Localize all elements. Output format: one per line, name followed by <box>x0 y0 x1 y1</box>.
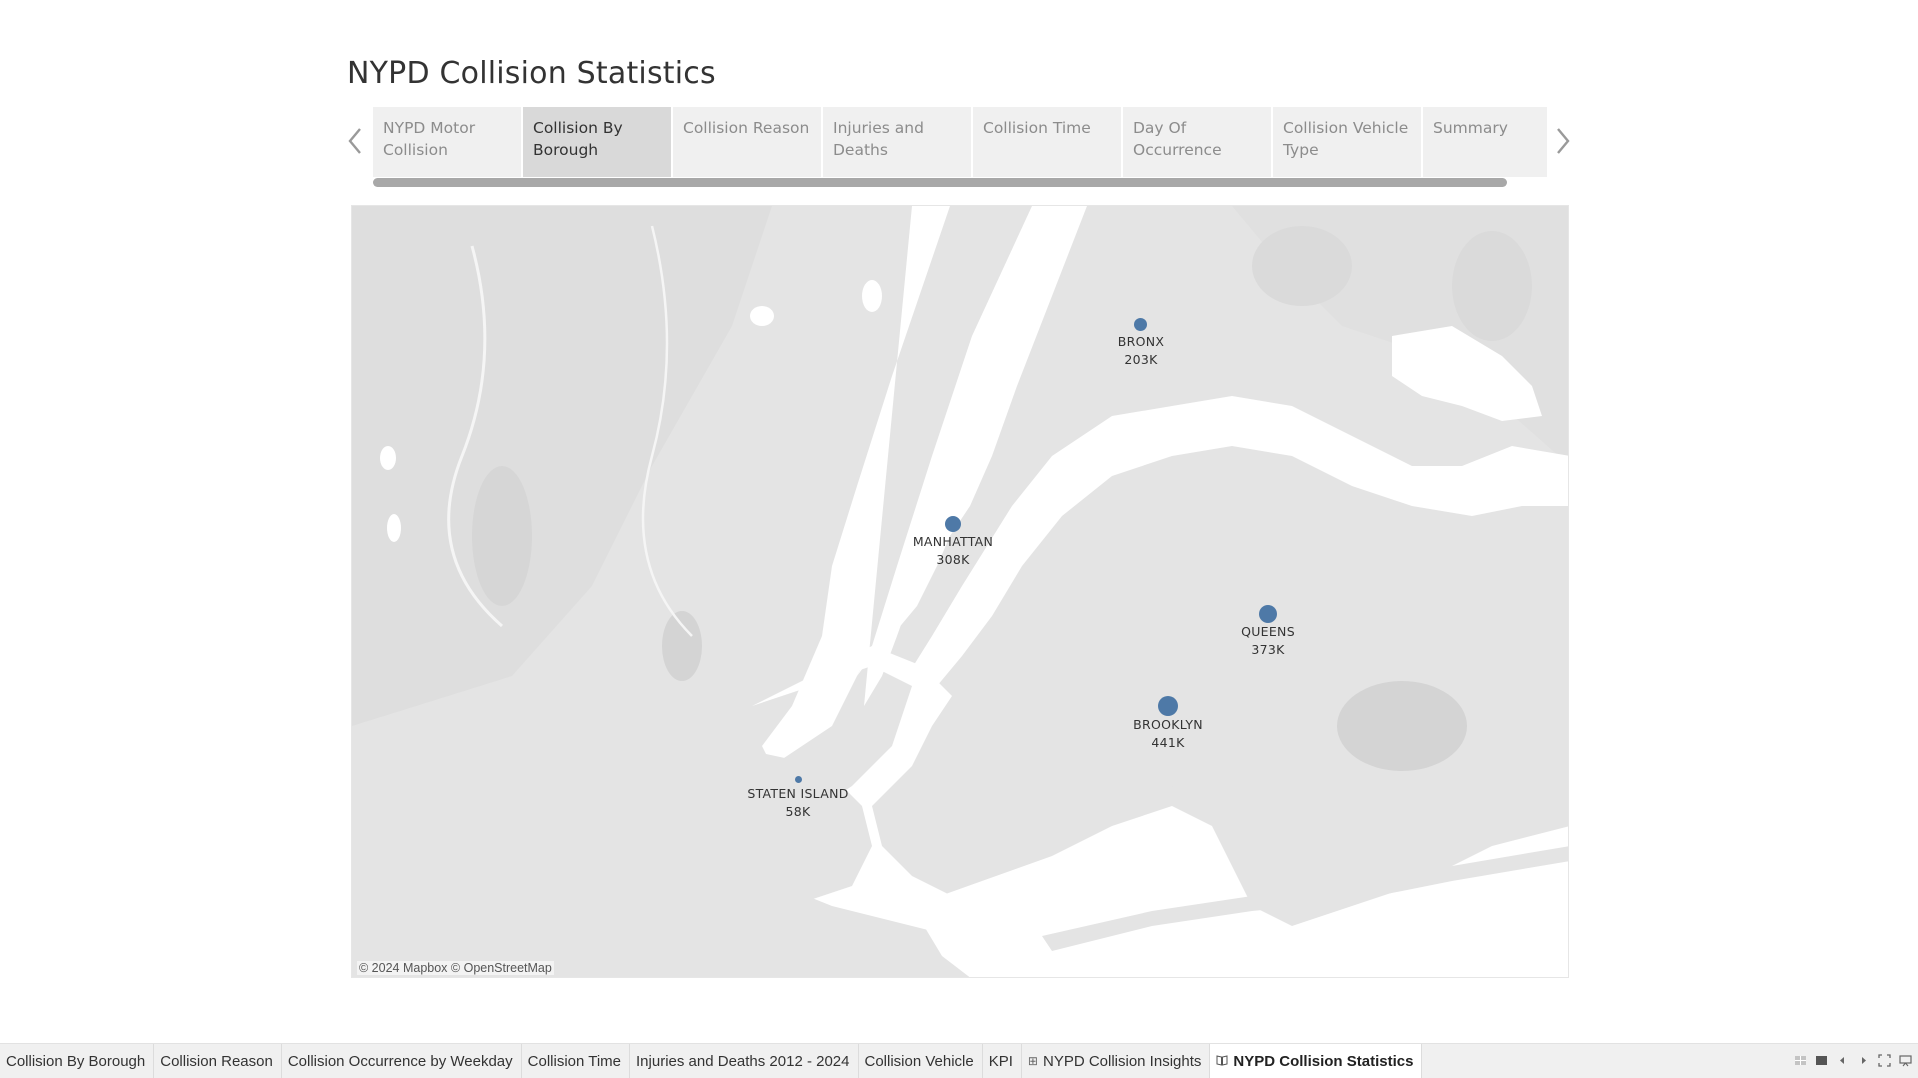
borough-value: 203K <box>1124 352 1158 367</box>
story-point-label: Collision By Borough <box>533 119 623 159</box>
story-point-label: Collision Time <box>983 119 1091 137</box>
tab-label: NYPD Collision Insights <box>1042 1052 1202 1070</box>
story-point-collision-by-borough[interactable]: Collision By Borough <box>523 107 673 177</box>
story-point-summary[interactable]: Summary <box>1423 107 1547 177</box>
story-point-nypd-motor-collision[interactable]: NYPD Motor Collision <box>373 107 523 177</box>
tab-label: KPI <box>988 1052 1013 1070</box>
story-navigator: NYPD Motor Collision Collision By Boroug… <box>373 107 1547 177</box>
fullscreen-icon[interactable] <box>1878 1054 1891 1067</box>
story-scrollbar[interactable] <box>373 178 1507 187</box>
label-brooklyn: BROOKLYN 441K <box>1098 716 1238 752</box>
story-point-label: Summary <box>1433 119 1508 137</box>
tab-label: Injuries and Deaths 2012 - 2024 <box>636 1052 850 1070</box>
marker-brooklyn[interactable] <box>1158 696 1178 716</box>
story-point-label: NYPD Motor Collision <box>383 119 476 159</box>
label-queens: QUEENS 373K <box>1198 623 1338 659</box>
tab-label: Collision Occurrence by Weekday <box>287 1052 513 1070</box>
sheet-controls <box>1794 1054 1912 1067</box>
tab-collision-by-borough[interactable]: Collision By Borough <box>0 1044 155 1078</box>
borough-map[interactable]: BRONX 203K MANHATTAN 308K QUEENS 373K BR… <box>351 205 1569 978</box>
dashboard-icon: ⊞ <box>1027 1054 1038 1068</box>
story-point-label: Collision Reason <box>683 119 810 137</box>
marker-staten-island[interactable] <box>795 776 802 783</box>
tab-collision-time[interactable]: Collision Time <box>522 1044 631 1078</box>
chevron-left-icon[interactable] <box>343 126 367 156</box>
show-sheet-sorter-icon[interactable] <box>1794 1054 1807 1067</box>
borough-name: MANHATTAN <box>912 534 994 549</box>
marker-queens[interactable] <box>1259 605 1277 623</box>
tab-label: Collision Reason <box>160 1052 273 1070</box>
borough-value: 308K <box>936 552 970 567</box>
label-manhattan: MANHATTAN 308K <box>883 533 1023 569</box>
tab-label: Collision Vehicle <box>864 1052 974 1070</box>
story-point-collision-reason[interactable]: Collision Reason <box>673 107 823 177</box>
tab-label: NYPD Collision Statistics <box>1233 1052 1414 1070</box>
borough-value: 441K <box>1151 735 1185 750</box>
label-bronx: BRONX 203K <box>1071 333 1211 369</box>
borough-name: QUEENS <box>1241 624 1295 639</box>
sheet-tab-bar: Collision By Borough Collision Reason Co… <box>0 1043 1918 1078</box>
next-sheet-icon[interactable] <box>1857 1054 1870 1067</box>
story-point-label: Collision Vehicle Type <box>1283 119 1409 159</box>
borough-name: BRONX <box>1117 334 1165 349</box>
story-icon <box>1216 1054 1228 1069</box>
story-title: NYPD Collision Statistics <box>347 56 716 91</box>
borough-value: 373K <box>1251 642 1285 657</box>
tab-collision-reason[interactable]: Collision Reason <box>154 1044 282 1078</box>
story-point-day-of-occurrence[interactable]: Day Of Occurrence <box>1123 107 1273 177</box>
previous-sheet-icon[interactable] <box>1836 1054 1849 1067</box>
show-filmstrip-icon[interactable] <box>1815 1054 1828 1067</box>
tab-collision-occurrence-by-weekday[interactable]: Collision Occurrence by Weekday <box>282 1044 522 1078</box>
borough-value: 58K <box>785 804 811 819</box>
story-point-label: Day Of Occurrence <box>1133 119 1222 159</box>
tab-kpi[interactable]: KPI <box>983 1044 1022 1078</box>
borough-name: STATEN ISLAND <box>747 786 849 801</box>
tab-collision-vehicle[interactable]: Collision Vehicle <box>859 1044 983 1078</box>
story-point-collision-time[interactable]: Collision Time <box>973 107 1123 177</box>
story-point-label: Injuries and Deaths <box>833 119 924 159</box>
marker-manhattan[interactable] <box>945 516 961 532</box>
basemap <box>352 206 1568 977</box>
story-scrollbar-thumb[interactable] <box>373 178 1507 187</box>
map-attribution[interactable]: © 2024 Mapbox © OpenStreetMap <box>357 961 554 975</box>
story-point-collision-vehicle-type[interactable]: Collision Vehicle Type <box>1273 107 1423 177</box>
presentation-mode-icon[interactable] <box>1899 1054 1912 1067</box>
tab-label: Collision Time <box>527 1052 622 1070</box>
tab-label: Collision By Borough <box>6 1052 146 1070</box>
label-staten-island: STATEN ISLAND 58K <box>728 785 868 821</box>
chevron-right-icon[interactable] <box>1551 126 1575 156</box>
tab-nypd-collision-insights[interactable]: ⊞ NYPD Collision Insights <box>1022 1044 1211 1078</box>
borough-name: BROOKLYN <box>1133 717 1203 732</box>
tab-injuries-and-deaths[interactable]: Injuries and Deaths 2012 - 2024 <box>630 1044 859 1078</box>
story-point-injuries-and-deaths[interactable]: Injuries and Deaths <box>823 107 973 177</box>
marker-bronx[interactable] <box>1134 318 1147 331</box>
tab-nypd-collision-statistics[interactable]: NYPD Collision Statistics <box>1210 1044 1423 1078</box>
